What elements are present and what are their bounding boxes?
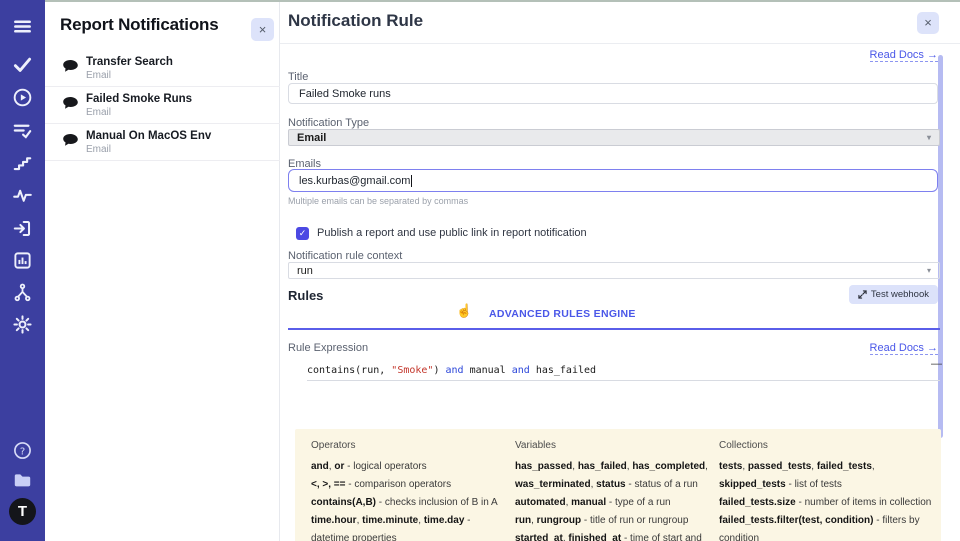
notification-subtitle: Email xyxy=(86,70,111,81)
chevron-down-icon: ▾ xyxy=(927,266,931,275)
rule-context-value: run xyxy=(297,265,313,277)
help-item: and, or - logical operators xyxy=(311,458,503,476)
list-item[interactable]: Manual On MacOS Env Email xyxy=(45,124,280,161)
publish-checkbox-label[interactable]: Publish a report and use public link in … xyxy=(317,227,587,239)
emails-value: les.kurbas@gmail.com xyxy=(299,175,410,187)
test-list-icon[interactable] xyxy=(13,121,32,140)
notification-type-select[interactable]: Email ▾ xyxy=(288,129,940,146)
help-icon[interactable]: ? xyxy=(13,441,32,460)
read-docs-link[interactable]: Read Docs → xyxy=(870,49,938,62)
rule-context-select[interactable]: run ▾ xyxy=(288,262,940,279)
help-column: Operators and, or - logical operators<, >… xyxy=(311,440,503,541)
rule-expression-label: Rule Expression xyxy=(288,342,368,354)
speech-bubble-icon xyxy=(62,133,79,148)
branches-icon[interactable] xyxy=(13,283,32,302)
notification-type-value: Email xyxy=(297,132,326,144)
rules-heading: Rules xyxy=(288,288,323,303)
code-segment: manual xyxy=(464,365,512,376)
help-column-title: Operators xyxy=(311,440,503,451)
app-window: ? T Report Notifications × Transfer Sear… xyxy=(0,0,960,541)
title-input[interactable]: Failed Smoke runs xyxy=(288,83,938,104)
notification-rule-form: Notification Rule × Read Docs → Title Fa… xyxy=(280,0,960,541)
emails-helper-text: Multiple emails can be separated by comm… xyxy=(288,196,468,206)
publish-checkbox[interactable]: ✓ xyxy=(296,227,309,240)
page-title: Notification Rule xyxy=(288,11,423,31)
projects-folder-icon[interactable] xyxy=(13,471,32,490)
help-item: time.hour, time.minute, time.day - datet… xyxy=(311,512,503,541)
steps-icon[interactable] xyxy=(13,153,32,172)
rule-expression-code[interactable]: contains(run, "Smoke") and manual and ha… xyxy=(307,365,596,376)
notification-title: Transfer Search xyxy=(86,56,173,68)
logo-t[interactable]: T xyxy=(9,498,36,525)
svg-text:?: ? xyxy=(20,446,25,457)
speech-bubble-icon xyxy=(62,59,79,74)
speech-bubble-icon xyxy=(62,96,79,111)
emails-input[interactable]: les.kurbas@gmail.com xyxy=(288,169,938,192)
notification-subtitle: Email xyxy=(86,107,111,118)
help-item: failed_tests.size - number of items in c… xyxy=(719,494,941,512)
help-item: automated, manual - type of a run xyxy=(515,494,711,512)
notification-list: Transfer Search Email Failed Smoke Runs … xyxy=(45,50,280,161)
code-segment: has_failed xyxy=(530,365,596,376)
title-value: Failed Smoke runs xyxy=(299,88,391,100)
list-item[interactable]: Failed Smoke Runs Email xyxy=(45,87,280,124)
title-label: Title xyxy=(288,71,308,83)
checkbox-check-icon: ✓ xyxy=(299,228,307,238)
expression-help-box: Operators and, or - logical operators<, >… xyxy=(295,429,941,541)
notification-title: Manual On MacOS Env xyxy=(86,130,211,142)
help-item: run, rungroup - title of run or rungroup xyxy=(515,512,711,530)
help-item: tests, passed_tests, failed_tests, skipp… xyxy=(719,458,941,494)
webhook-arrows-icon xyxy=(858,290,867,299)
editor-resize-handle[interactable]: — xyxy=(931,358,942,370)
hand-cursor: ☝ xyxy=(456,303,472,319)
test-webhook-button[interactable]: Test webhook xyxy=(849,285,938,304)
code-segment: ) xyxy=(433,365,445,376)
help-item: contains(A,B) - checks inclusion of B in… xyxy=(311,494,503,512)
icon-sidebar: ? T xyxy=(0,0,45,541)
panel-title: Report Notifications xyxy=(60,15,218,35)
close-form-button[interactable]: × xyxy=(917,12,939,34)
report-notifications-panel: Report Notifications × Transfer Search E… xyxy=(45,0,280,541)
menu-icon[interactable] xyxy=(13,17,32,36)
notification-subtitle: Email xyxy=(86,144,111,155)
help-item: failed_tests.filter(test, condition) - f… xyxy=(719,512,941,541)
code-active-line-underline xyxy=(307,380,940,381)
tab-active-underline xyxy=(288,328,940,330)
help-column: Variables has_passed, has_failed, has_com… xyxy=(515,440,711,541)
code-segment: and xyxy=(446,365,464,376)
read-docs-link[interactable]: Read Docs → xyxy=(870,342,938,355)
runs-play-icon[interactable] xyxy=(13,88,32,107)
settings-gear-icon[interactable] xyxy=(13,315,32,334)
help-item: <, >, == - comparison operators xyxy=(311,476,503,494)
code-segment: and xyxy=(512,365,530,376)
help-item: started_at, finished_at - time of start … xyxy=(515,530,711,541)
help-column-title: Collections xyxy=(719,440,941,451)
pulse-icon[interactable] xyxy=(13,186,32,205)
text-caret xyxy=(411,175,412,187)
help-column-title: Variables xyxy=(515,440,711,451)
window-top-edge xyxy=(45,0,960,2)
chevron-down-icon: ▾ xyxy=(927,133,931,142)
analytics-icon[interactable] xyxy=(13,251,32,270)
import-icon[interactable] xyxy=(13,219,32,238)
notification-type-label: Notification Type xyxy=(288,117,369,129)
code-segment: "Smoke" xyxy=(391,365,433,376)
rule-context-label: Notification rule context xyxy=(288,250,402,262)
close-panel-button[interactable]: × xyxy=(251,18,274,41)
notification-title: Failed Smoke Runs xyxy=(86,93,192,105)
test-webhook-label: Test webhook xyxy=(871,289,929,300)
form-header: Notification Rule × xyxy=(280,0,960,44)
tab-advanced-rules-engine[interactable]: ADVANCED RULES ENGINE xyxy=(489,308,636,320)
list-item[interactable]: Transfer Search Email xyxy=(45,50,280,87)
help-column: Collections tests, passed_tests, failed_t… xyxy=(719,440,941,541)
help-item: has_passed, has_failed, has_completed, w… xyxy=(515,458,711,494)
tasks-check-icon[interactable] xyxy=(13,55,32,74)
code-segment: contains(run, xyxy=(307,365,391,376)
